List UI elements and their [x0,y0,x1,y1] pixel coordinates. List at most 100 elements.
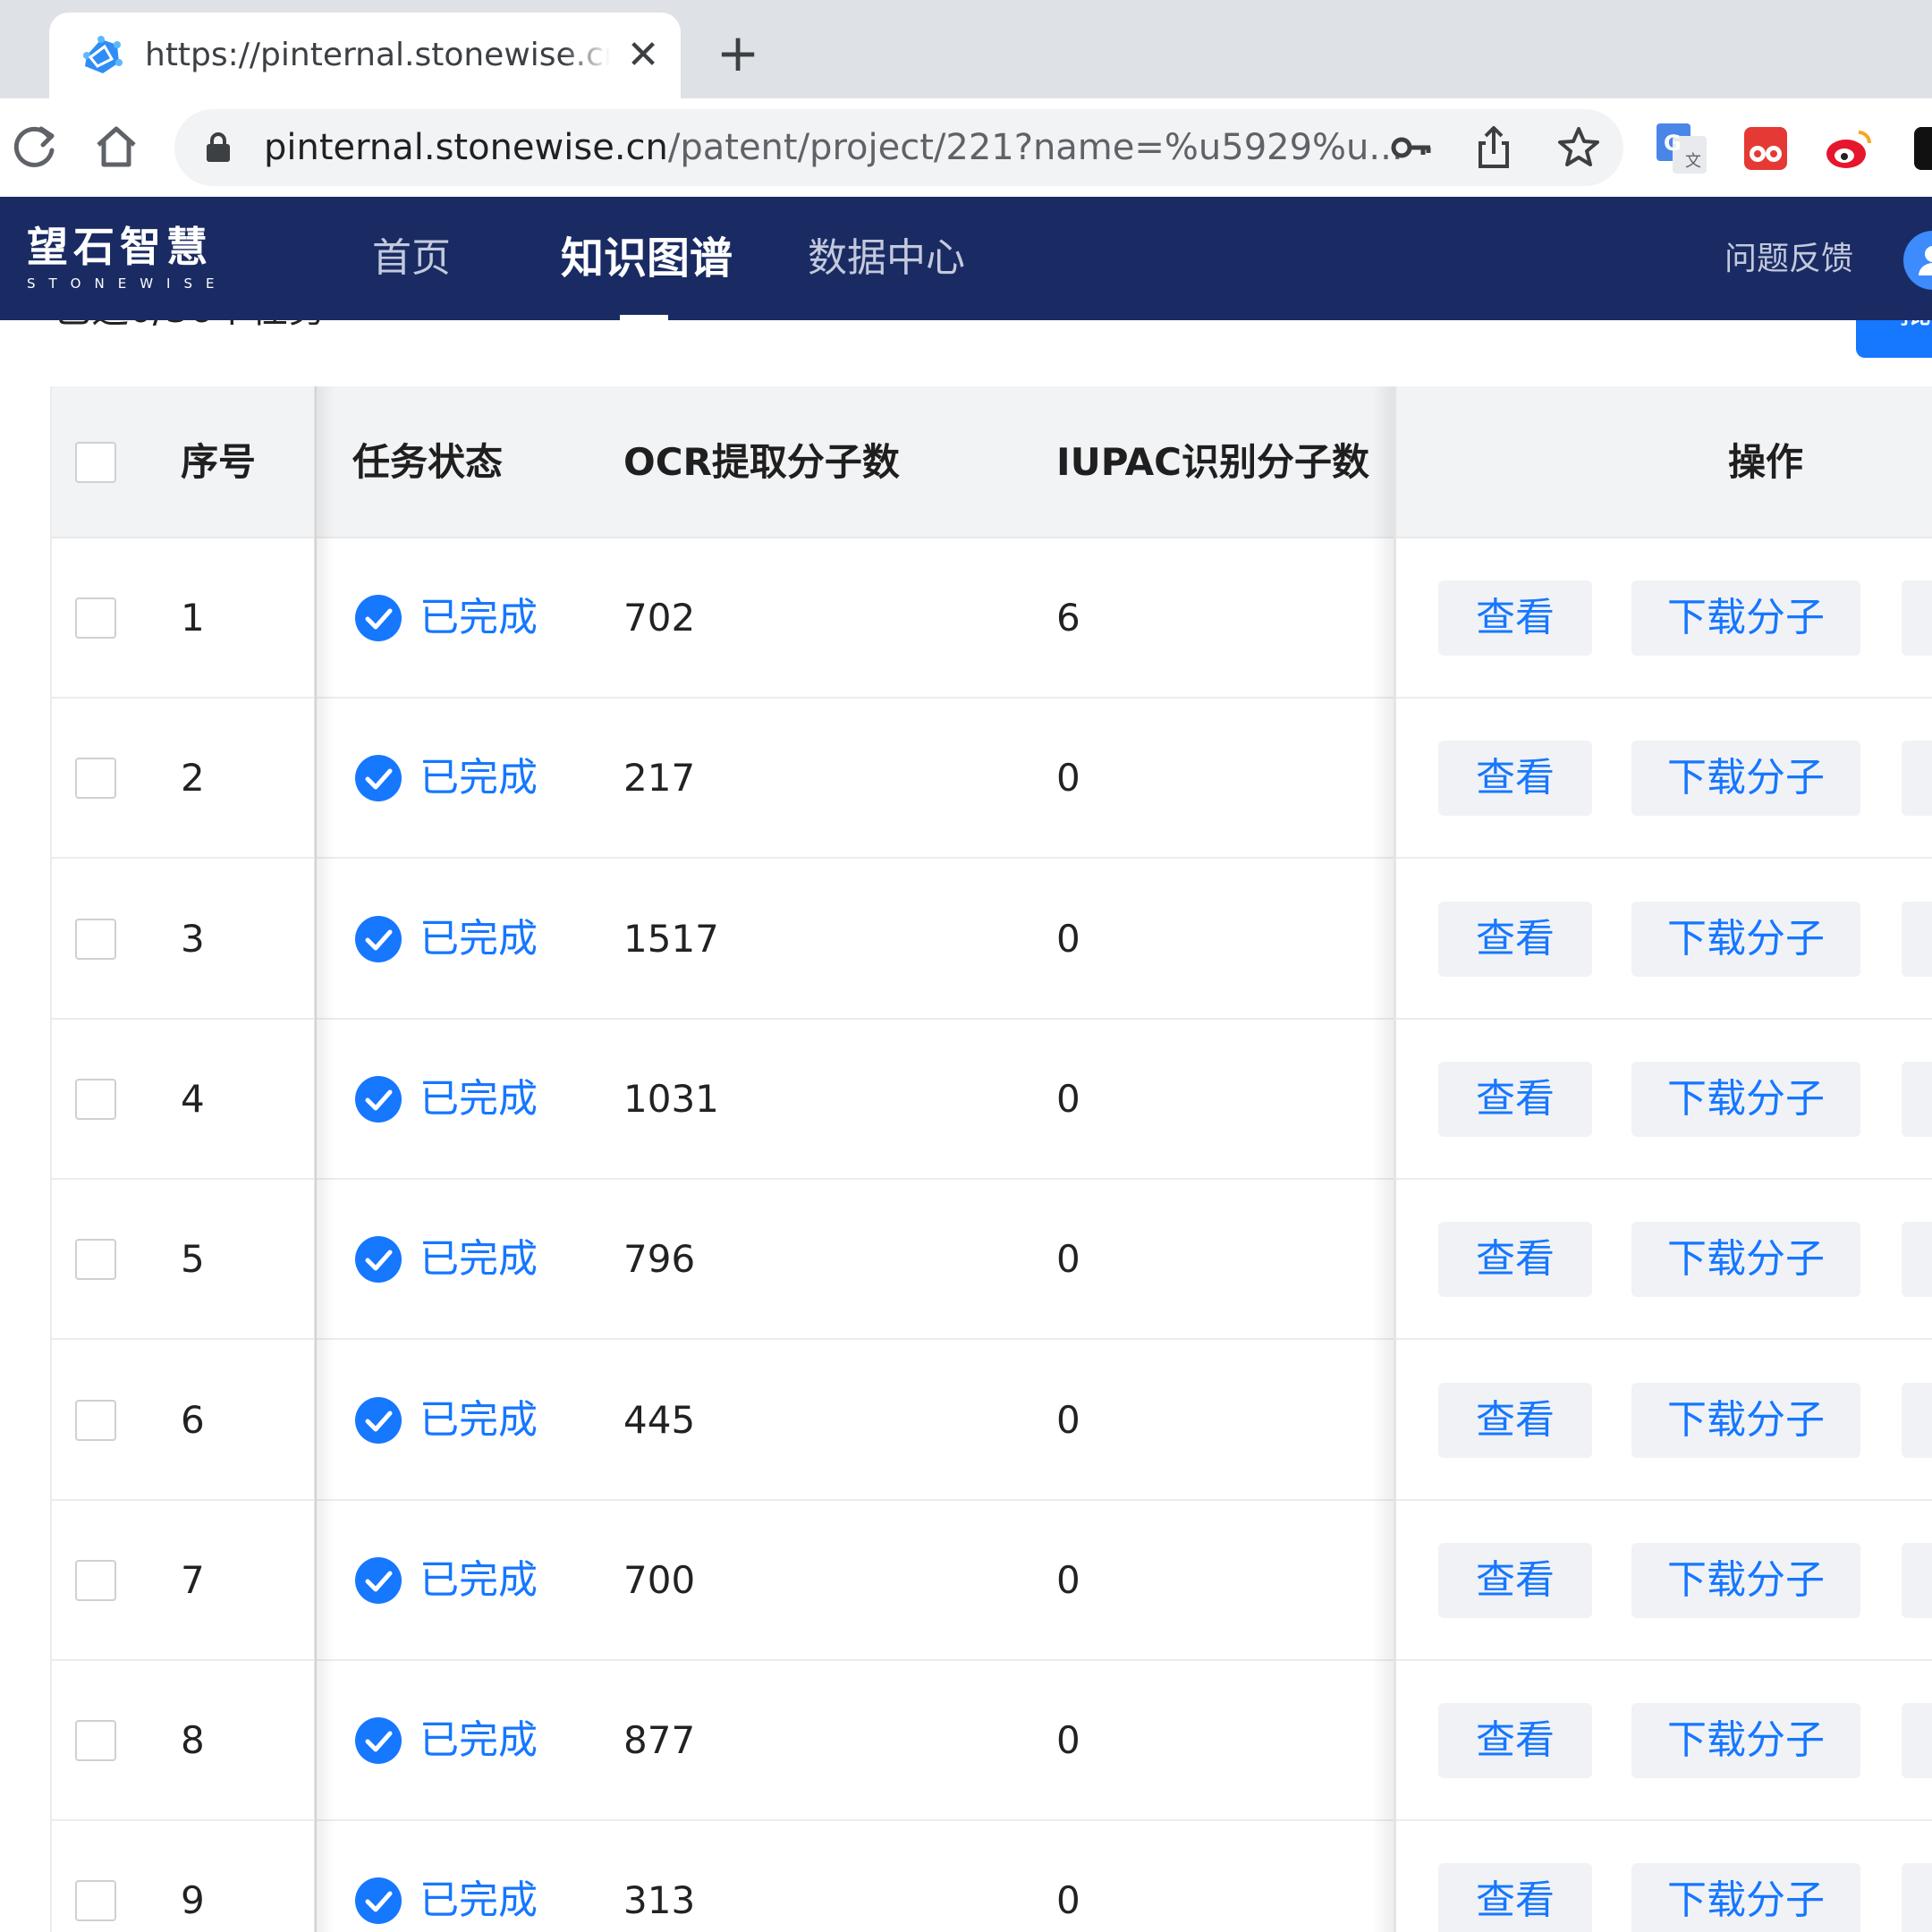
more-action-button[interactable] [1902,1863,1932,1932]
row-checkbox[interactable] [75,1720,116,1762]
url-path: /patent/project/221?name=%u5929%u... [667,127,1403,168]
table-row: 5 已完成 796 0 查看 下载分子 [50,1180,1932,1341]
row-status: 已完成 [419,1075,538,1122]
download-molecules-button[interactable]: 下载分子 [1631,1222,1860,1298]
row-checkbox[interactable] [75,1880,116,1922]
download-molecules-button[interactable]: 下载分子 [1631,1703,1860,1779]
download-molecules-button[interactable]: 下载分子 [1631,580,1860,656]
view-button[interactable]: 查看 [1438,1222,1592,1298]
more-action-button[interactable] [1902,1542,1932,1618]
row-index: 1 [181,596,205,640]
more-action-button[interactable] [1902,1703,1932,1779]
row-iupac-count: 0 [1056,916,1080,961]
row-checkbox[interactable] [75,1559,116,1601]
nav-data-center[interactable]: 数据中心 [808,231,965,286]
check-circle-icon [355,1717,402,1765]
column-header-actions: 操作 [1728,440,1804,484]
tab-close-button[interactable]: ✕ [618,30,668,80]
view-button[interactable]: 查看 [1438,1863,1592,1932]
view-button[interactable]: 查看 [1438,741,1592,817]
translate-icon[interactable]: G 文 [1657,123,1707,174]
url-text[interactable]: pinternal.stonewise.cn/patent/project/22… [264,122,1534,174]
view-button[interactable]: 查看 [1438,1542,1592,1618]
row-checkbox[interactable] [75,1078,116,1120]
row-iupac-count: 0 [1056,1878,1080,1923]
view-button[interactable]: 查看 [1438,901,1592,977]
row-checkbox[interactable] [75,597,116,639]
nav-knowledge-graph[interactable]: 知识图谱 [561,231,733,286]
more-action-button[interactable] [1902,901,1932,977]
key-icon[interactable] [1389,125,1434,170]
task-table: 序号 任务状态 OCR提取分子数 IUPAC识别分子数 操作 1 已完成 702 6 查… [50,386,1932,1932]
url-host: pinternal.stonewise.cn [264,127,668,168]
row-status: 已完成 [419,1236,538,1283]
download-molecules-button[interactable]: 下载分子 [1631,741,1860,817]
row-index: 7 [181,1557,205,1602]
view-button[interactable]: 查看 [1438,1382,1592,1458]
check-circle-icon [355,1396,402,1444]
table-row: 7 已完成 700 0 查看 下载分子 [50,1501,1932,1661]
row-checkbox[interactable] [75,918,116,960]
download-molecules-button[interactable]: 下载分子 [1631,1863,1860,1932]
row-index: 8 [181,1718,205,1763]
tab-title: https://pinternal.stonewise.cn/patent/pr… [145,37,610,73]
logo-text-cn: 望石智慧 [27,223,213,271]
weibo-icon[interactable] [1825,127,1875,172]
row-ocr-count: 702 [623,596,696,640]
download-molecules-button[interactable]: 下载分子 [1631,1382,1860,1458]
more-action-button[interactable] [1902,1382,1932,1458]
row-iupac-count: 0 [1056,1076,1080,1121]
svg-text:文: 文 [1685,152,1701,171]
row-ocr-count: 1517 [623,916,719,961]
row-iupac-count: 0 [1056,1237,1080,1282]
table-header: 序号 任务状态 OCR提取分子数 IUPAC识别分子数 操作 [50,386,1932,538]
more-action-button[interactable] [1902,1222,1932,1298]
column-header-ocr: OCR提取分子数 [623,440,900,484]
table-row: 1 已完成 702 6 查看 下载分子 [50,538,1932,699]
row-index: 4 [181,1076,205,1121]
svg-text:G: G [1664,131,1682,156]
download-molecules-button[interactable]: 下载分子 [1631,1061,1860,1137]
nav-home[interactable]: 首页 [372,231,451,286]
row-checkbox[interactable] [75,1239,116,1281]
user-icon [1919,246,1932,275]
view-button[interactable]: 查看 [1438,1061,1592,1137]
row-checkbox[interactable] [75,758,116,800]
row-checkbox[interactable] [75,1399,116,1441]
row-ocr-count: 877 [623,1718,696,1763]
extension-icon-partial[interactable] [1914,127,1932,170]
reload-icon[interactable] [5,118,63,175]
more-action-button[interactable] [1902,1061,1932,1137]
new-tab-button[interactable]: + [711,27,765,80]
extension-icon[interactable] [1744,127,1787,170]
row-index: 2 [181,756,205,801]
column-header-status: 任务状态 [352,440,504,484]
logo-text-en: STONEWISE [27,275,228,292]
row-status: 已完成 [419,595,538,640]
row-index: 9 [181,1878,205,1923]
row-ocr-count: 445 [623,1397,696,1442]
avatar[interactable] [1903,231,1932,290]
logo[interactable]: 望石智慧 STONEWISE [27,224,224,295]
address-bar[interactable]: pinternal.stonewise.cn/patent/project/22… [174,109,1623,186]
download-molecules-button[interactable]: 下载分子 [1631,1542,1860,1618]
more-action-button[interactable] [1902,741,1932,817]
view-button[interactable]: 查看 [1438,580,1592,656]
home-icon[interactable] [88,118,145,175]
row-status: 已完成 [419,1396,538,1443]
select-all-checkbox[interactable] [75,442,116,483]
row-iupac-count: 0 [1056,1397,1080,1442]
star-icon[interactable] [1556,125,1601,170]
row-iupac-count: 0 [1056,756,1080,801]
app-header: 望石智慧 STONEWISE 首页 知识图谱 数据中心 问题反馈 [0,197,1932,320]
more-action-button[interactable] [1902,580,1932,656]
view-button[interactable]: 查看 [1438,1703,1592,1779]
feedback-link[interactable]: 问题反馈 [1724,236,1853,283]
check-circle-icon [355,1877,402,1925]
row-index: 3 [181,916,205,961]
share-icon[interactable] [1471,125,1516,170]
browser-tab[interactable]: https://pinternal.stonewise.cn/patent/pr… [49,13,681,102]
download-molecules-button[interactable]: 下载分子 [1631,901,1860,977]
table-row: 2 已完成 217 0 查看 下载分子 [50,699,1932,860]
row-index: 5 [181,1237,205,1282]
